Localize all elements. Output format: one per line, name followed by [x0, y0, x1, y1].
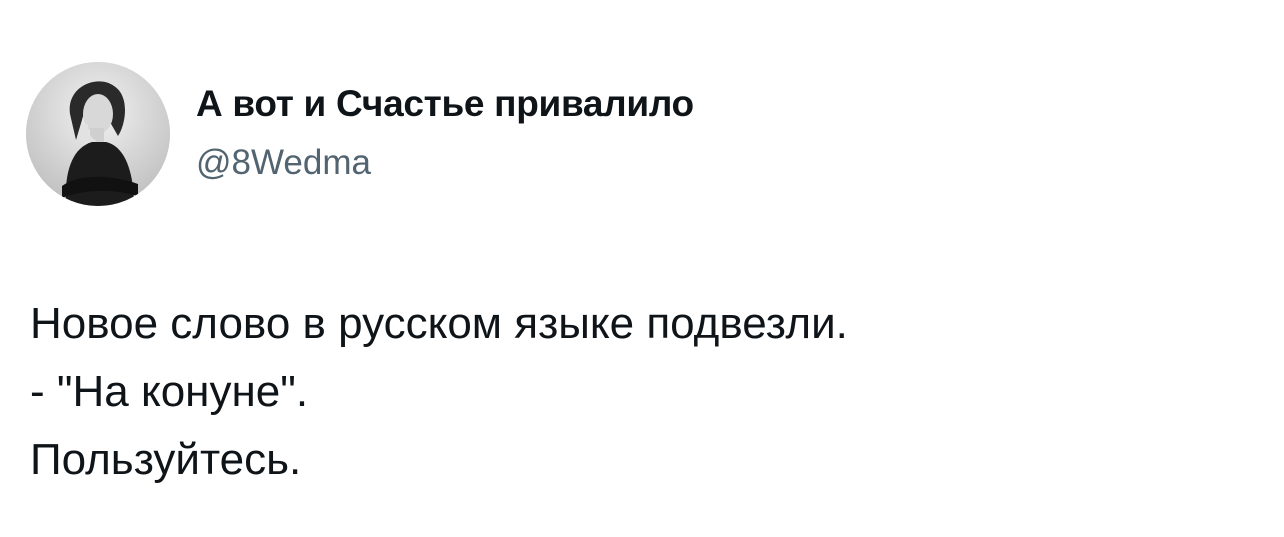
tweet-line: - "На конуне". — [30, 367, 309, 416]
avatar-photo — [26, 62, 170, 206]
tweet-card: А вот и Счастье привалило @8Wedma Новое … — [0, 0, 1284, 537]
tweet-text: Новое слово в русском языке подвезли. - … — [30, 290, 1260, 494]
avatar[interactable] — [26, 62, 170, 206]
author-display-name[interactable]: А вот и Счастье привалило — [196, 80, 694, 128]
tweet-line: Пользуйтесь. — [30, 435, 302, 484]
tweet-line: Новое слово в русском языке подвезли. — [30, 299, 848, 348]
author-handle[interactable]: @8Wedma — [196, 140, 371, 186]
